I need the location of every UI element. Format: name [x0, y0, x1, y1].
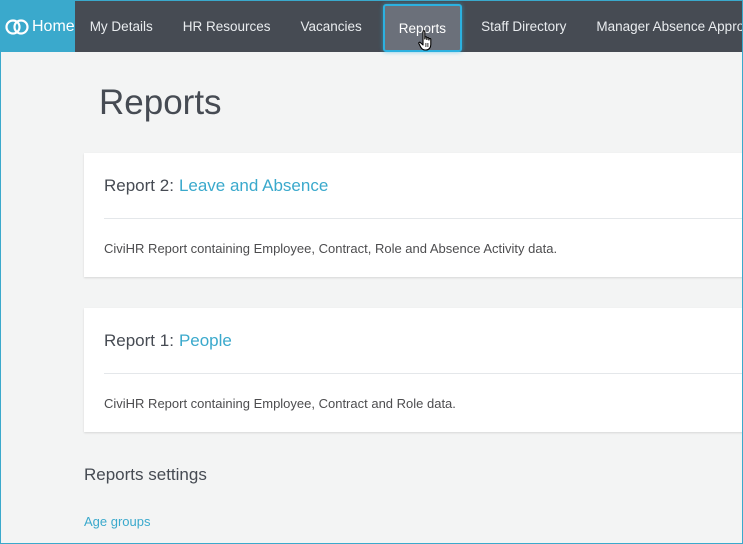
report-card-prefix: Report 1:: [104, 330, 174, 350]
report-card-description: CiviHR Report containing Employee, Contr…: [104, 395, 456, 411]
report-card-people: Report 1: People CiviHR Report containin…: [84, 308, 742, 432]
report-link-leave-and-absence[interactable]: Leave and Absence: [179, 176, 328, 196]
report-card-header: Report 2: Leave and Absence: [104, 153, 742, 219]
nav-item-label: Staff Directory: [481, 19, 567, 34]
civihr-logo-icon: [5, 18, 29, 35]
nav-item-staff-directory[interactable]: Staff Directory: [466, 1, 581, 52]
nav-home-button[interactable]: Home: [1, 1, 75, 52]
report-link-people[interactable]: People: [179, 331, 232, 351]
nav-item-hr-resources[interactable]: HR Resources: [168, 1, 286, 52]
nav-item-vacancies[interactable]: Vacancies: [285, 1, 376, 52]
reports-settings-title: Reports settings: [84, 465, 207, 484]
hand-pointer-cursor-icon: [418, 30, 432, 51]
page-title: Reports: [99, 83, 222, 122]
nav-item-label: My Details: [89, 19, 153, 34]
nav-item-my-details[interactable]: My Details: [75, 1, 168, 52]
nav-item-label: Manager Absence Approval: [596, 19, 742, 34]
report-card-description: CiviHR Report containing Employee, Contr…: [104, 240, 558, 256]
nav-item-reports[interactable]: Reports: [382, 4, 463, 52]
app-frame: Home My Details HR Resources Vacancies R…: [0, 0, 743, 544]
report-card-prefix: Report 2:: [104, 175, 174, 195]
nav-home-label: Home: [32, 17, 75, 35]
nav-item-label: HR Resources: [182, 19, 271, 34]
report-card-leave-and-absence: Report 2: Leave and Absence CiviHR Repor…: [84, 153, 742, 277]
nav-item-label: Vacancies: [300, 19, 362, 34]
report-card-header: Report 1: People: [104, 308, 742, 374]
top-navbar: Home My Details HR Resources Vacancies R…: [1, 1, 742, 52]
settings-link-age-groups[interactable]: Age groups: [84, 514, 151, 529]
nav-item-manager-absence-approval[interactable]: Manager Absence Approval: [581, 1, 742, 52]
